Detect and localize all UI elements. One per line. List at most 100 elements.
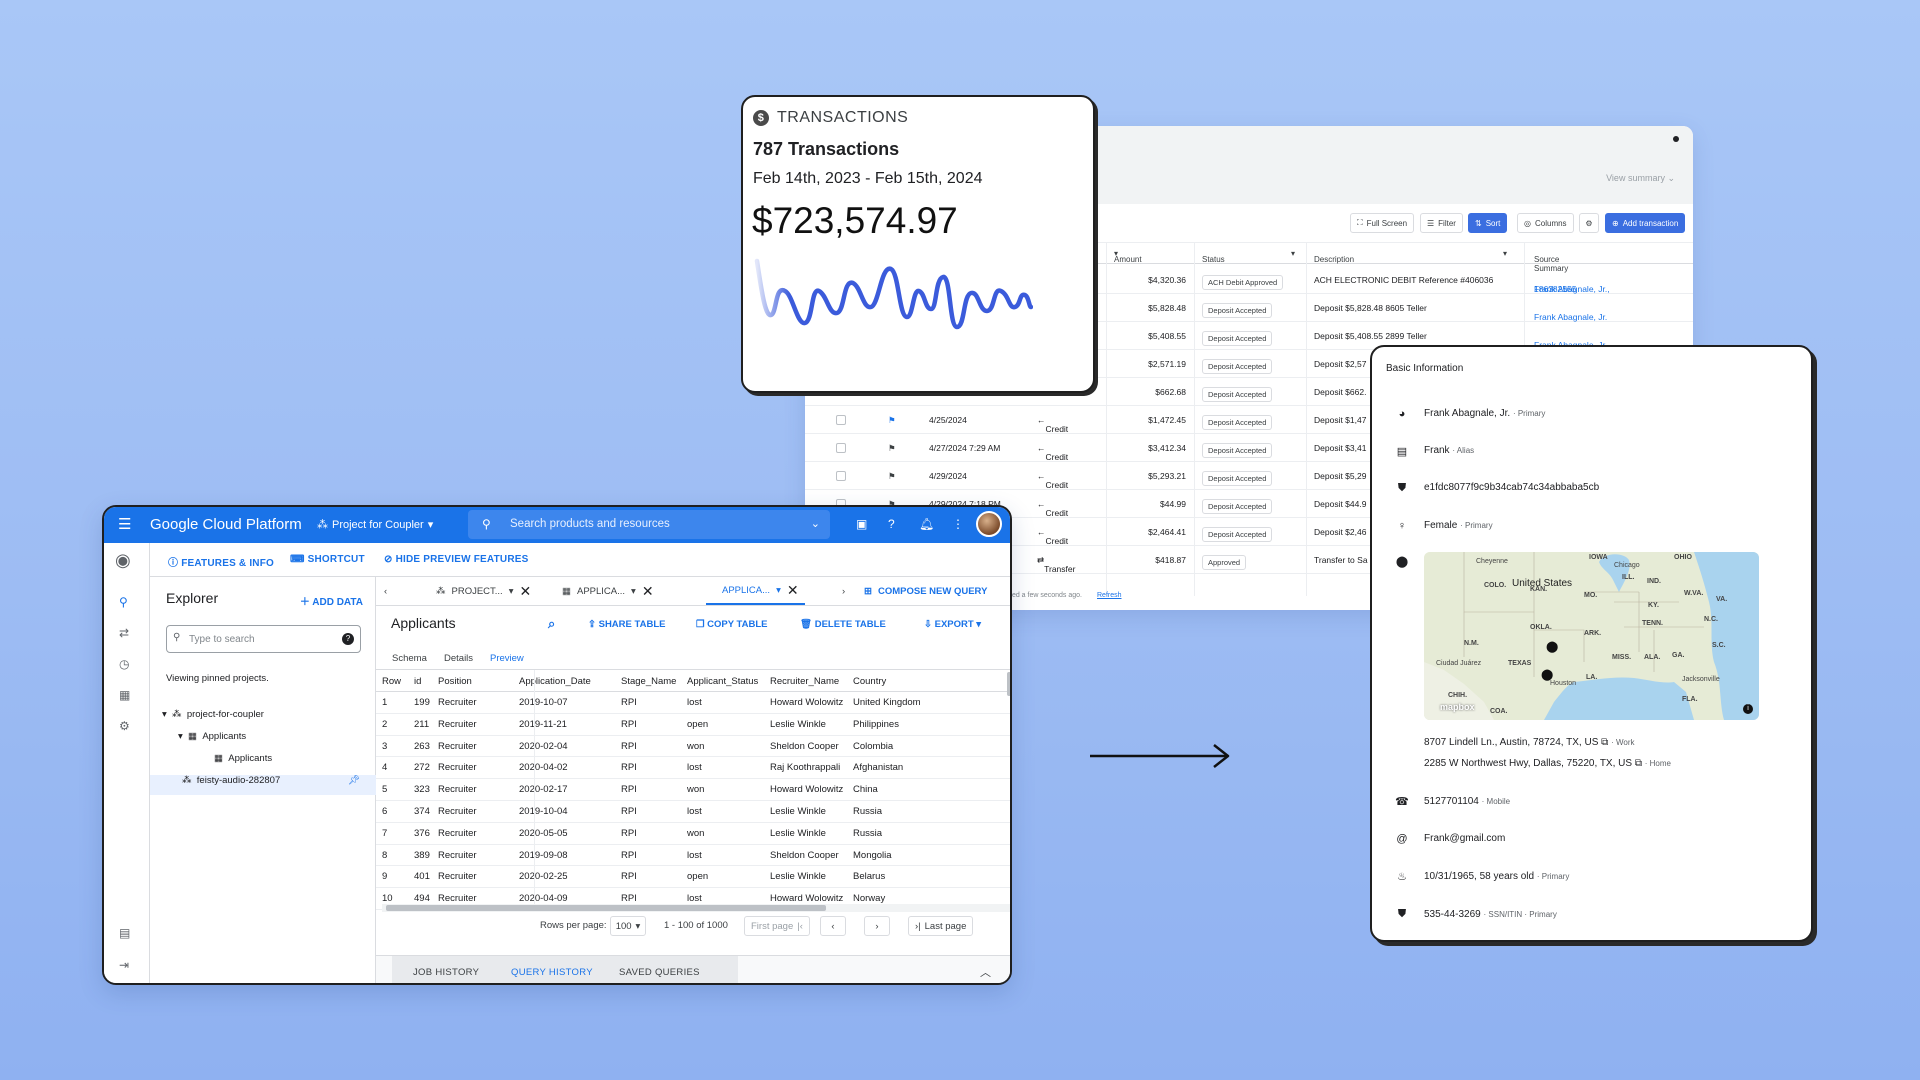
info-icon[interactable]: i bbox=[1743, 704, 1753, 714]
add-data-button[interactable]: ＋ ADD DATA bbox=[300, 593, 363, 608]
compose-new-query-button[interactable]: ⊞ COMPOSE NEW QUERY bbox=[864, 577, 987, 605]
column-header[interactable]: id bbox=[414, 676, 421, 687]
row-checkbox[interactable] bbox=[836, 415, 846, 425]
query-table-icon[interactable]: ⌕ bbox=[548, 616, 555, 632]
search-bar[interactable]: ⚲ Search products and resources ⌄ bbox=[468, 510, 830, 539]
tab-saved-queries[interactable]: SAVED QUERIES bbox=[619, 967, 700, 978]
delete-table-button[interactable]: 🗑︎ DELETE TABLE bbox=[800, 619, 886, 630]
address-work[interactable]: 8707 Lindell Ln., Austin, 78724, TX, US … bbox=[1424, 737, 1635, 748]
column-header[interactable]: Recruiter_Name bbox=[770, 676, 839, 687]
table-row[interactable]: 6 374 Recruiter 2019-10-04 RPI lost Leslie Win… bbox=[376, 801, 1010, 823]
tab-applicants-2[interactable]: APPLICA... ▾ ✕ bbox=[706, 577, 805, 605]
column-header[interactable]: Row bbox=[382, 676, 401, 687]
table-row[interactable]: 1 199 Recruiter 2019-10-07 RPI lost Howard Wol… bbox=[376, 692, 1010, 714]
cloud-shell-icon[interactable]: ▣ bbox=[856, 517, 867, 531]
refresh-link[interactable]: Refresh bbox=[1097, 592, 1122, 599]
view-summary-link[interactable]: View summary ⌄ bbox=[1606, 173, 1675, 184]
column-header[interactable]: Applicant_Status bbox=[687, 676, 758, 687]
first-page-button[interactable]: First page |‹ bbox=[744, 916, 810, 936]
location-map[interactable]: United States Cheyenne IOWA Chicago ILL. IND.… bbox=[1424, 552, 1759, 720]
horizontal-scrollbar[interactable] bbox=[382, 904, 1010, 912]
tab-applicants-1[interactable]: ▦ APPLICA... ▾ ✕ bbox=[562, 577, 654, 605]
tab-details[interactable]: Details bbox=[444, 653, 473, 664]
table-row[interactable]: 8 389 Recruiter 2019-09-08 RPI lost Sheldon Co… bbox=[376, 845, 1010, 867]
settings-button[interactable]: ⚙ bbox=[1579, 213, 1599, 233]
copy-table-button[interactable]: ❐ COPY TABLE bbox=[696, 619, 768, 630]
rows-per-page-select[interactable]: 100 ▾ bbox=[610, 916, 646, 936]
close-icon[interactable]: ✕ bbox=[642, 583, 654, 600]
explorer-search-input[interactable]: ⚲ Type to search ? bbox=[166, 625, 361, 653]
share-table-button[interactable]: ⇪ SHARE TABLE bbox=[588, 619, 665, 630]
next-page-button[interactable]: › bbox=[864, 916, 890, 936]
filter-button[interactable]: ☰ Filter bbox=[1420, 213, 1463, 233]
search-icon[interactable]: ⚲ bbox=[119, 595, 128, 609]
pin-icon[interactable]: 📌︎ bbox=[348, 775, 360, 786]
row-checkbox[interactable] bbox=[836, 443, 846, 453]
features-info-button[interactable]: ⓘ FEATURES & INFO bbox=[168, 554, 274, 569]
flag-icon[interactable]: ⚑ bbox=[888, 471, 896, 482]
tree-item-project[interactable]: ▾ ⁂ project-for-coupler bbox=[162, 709, 264, 720]
columns-button[interactable]: ◎ Columns bbox=[1517, 213, 1574, 233]
address-home[interactable]: 2285 W Northwest Hwy, Dallas, 75220, TX,… bbox=[1424, 758, 1671, 769]
help-icon[interactable]: ? bbox=[342, 633, 354, 645]
table-row[interactable]: 5 323 Recruiter 2020-02-17 RPI won Howard Wolo… bbox=[376, 779, 1010, 801]
table-row[interactable]: 9 401 Recruiter 2020-02-25 RPI open Leslie Win… bbox=[376, 866, 1010, 889]
flag-icon[interactable]: ⚑ bbox=[888, 415, 896, 426]
more-vert-icon[interactable]: ⋮ bbox=[952, 517, 964, 531]
tree-item-dataset[interactable]: ▾ ▦ Applicants bbox=[178, 731, 246, 742]
help-icon[interactable]: ? bbox=[888, 517, 895, 531]
hide-preview-button[interactable]: ⊘ HIDE PREVIEW FEATURES bbox=[384, 554, 528, 565]
tab-scroll-right[interactable]: › bbox=[842, 577, 845, 605]
tree-item-table[interactable]: ▦ Applicants bbox=[214, 753, 272, 764]
external-link-icon[interactable]: ⧉ bbox=[1635, 758, 1642, 769]
tab-project[interactable]: ⁂ PROJECT... ▾ ✕ bbox=[436, 577, 531, 605]
bigquery-logo-icon[interactable]: ◉ bbox=[115, 550, 131, 571]
sort-button[interactable]: ⇅ Sort bbox=[1468, 213, 1508, 233]
column-description-sort[interactable]: ▾ bbox=[1503, 249, 1507, 258]
prev-page-button[interactable]: ‹ bbox=[820, 916, 846, 936]
external-link-icon[interactable]: ⧉ bbox=[1601, 737, 1608, 748]
column-amount[interactable]: Amount ▾ bbox=[1114, 249, 1142, 264]
shortcut-button[interactable]: ⌨ SHORTCUT bbox=[290, 554, 365, 565]
last-page-button[interactable]: ›| Last page bbox=[908, 916, 974, 936]
table-row[interactable]: 3 263 Recruiter 2020-02-04 RPI won Sheldon Coo… bbox=[376, 736, 1010, 758]
vertical-scrollbar[interactable] bbox=[1007, 672, 1010, 696]
tree-item-project2[interactable]: ⁂ feisty-audio-282807 bbox=[182, 775, 280, 786]
tab-job-history[interactable]: JOB HISTORY bbox=[413, 967, 479, 978]
map-marker-icon[interactable]: ⬤ bbox=[1541, 668, 1553, 681]
hamburger-menu-icon[interactable]: ☰ bbox=[118, 515, 131, 533]
project-selector[interactable]: ⁂ Project for Coupler ▾ bbox=[317, 518, 433, 532]
release-notes-icon[interactable]: ▤ bbox=[119, 926, 130, 940]
close-icon[interactable]: ✕ bbox=[519, 583, 531, 600]
scrollbar-thumb[interactable] bbox=[386, 905, 826, 911]
table-row[interactable]: 7 376 Recruiter 2020-05-05 RPI won Leslie Wink… bbox=[376, 823, 1010, 845]
close-icon[interactable]: ✕ bbox=[787, 582, 799, 599]
map-marker-icon[interactable]: ⬤ bbox=[1546, 640, 1558, 653]
add-transaction-button[interactable]: ⊕ Add transaction bbox=[1605, 213, 1686, 233]
table-row[interactable]: 4 272 Recruiter 2020-04-02 RPI lost Raj Koothr… bbox=[376, 757, 1010, 780]
tab-schema[interactable]: Schema bbox=[392, 653, 427, 664]
column-header[interactable]: Country bbox=[853, 676, 886, 687]
column-header[interactable]: Position bbox=[438, 676, 472, 687]
bell-icon[interactable]: 🔔︎ bbox=[919, 517, 934, 531]
row-checkbox[interactable] bbox=[836, 471, 846, 481]
full-screen-button[interactable]: ⛶ Full Screen bbox=[1350, 213, 1415, 233]
column-header[interactable]: Application_Date bbox=[519, 676, 591, 687]
table-row[interactable]: 2 211 Recruiter 2019-11-21 RPI open Leslie Win… bbox=[376, 714, 1010, 736]
tab-query-history[interactable]: QUERY HISTORY bbox=[511, 967, 593, 978]
history-icon[interactable]: ◷ bbox=[119, 657, 129, 671]
export-button[interactable]: ⇩ EXPORT ▾ bbox=[924, 619, 981, 630]
expand-icon[interactable]: ⇥ bbox=[119, 958, 129, 972]
chevron-up-icon[interactable]: ︿ bbox=[980, 964, 991, 980]
column-status-sort[interactable]: ▾ bbox=[1291, 249, 1295, 258]
flag-icon[interactable]: ⚑ bbox=[888, 443, 896, 454]
tab-preview[interactable]: Preview bbox=[490, 653, 524, 664]
gcp-brand[interactable]: Google Cloud Platform bbox=[150, 516, 302, 533]
avatar[interactable] bbox=[976, 511, 1002, 537]
chevron-down-icon[interactable]: ⌄ bbox=[811, 517, 820, 530]
column-header[interactable]: Stage_Name bbox=[621, 676, 676, 687]
tab-scroll-left[interactable]: ‹ bbox=[384, 577, 387, 605]
gear-icon[interactable]: ⚙ bbox=[119, 719, 130, 733]
transfers-icon[interactable]: ⇄ bbox=[119, 626, 129, 640]
dashboard-icon[interactable]: ▦ bbox=[119, 688, 130, 702]
